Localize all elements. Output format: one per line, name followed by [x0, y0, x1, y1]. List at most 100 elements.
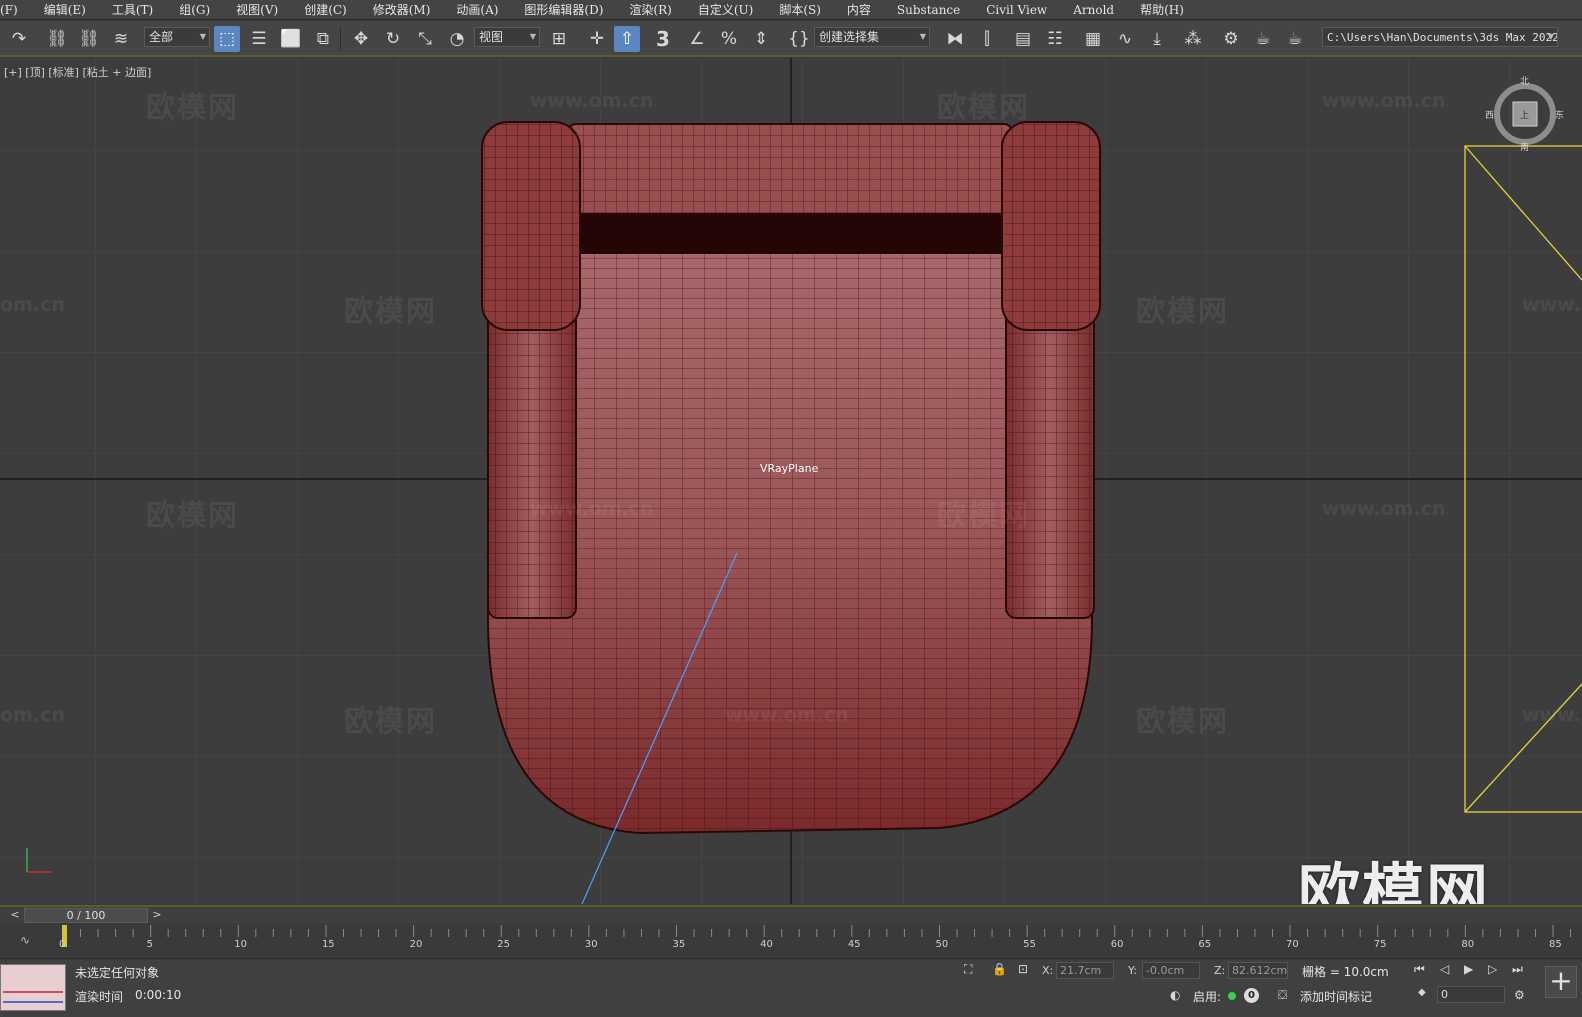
menu-item[interactable]: 创建(C) [291, 0, 360, 19]
go-to-end-icon[interactable]: ⏭ [1512, 962, 1523, 977]
lock-selection-icon[interactable]: 🔒 [992, 962, 1007, 976]
bind-space-warp-icon[interactable]: ≋ [108, 26, 134, 52]
time-slider-prev-button[interactable]: < [8, 908, 22, 922]
pivot-center-icon[interactable]: ⊞ [546, 26, 572, 52]
render-production-icon[interactable]: ☕ [1282, 26, 1308, 52]
y-coord-label: Y: [1128, 964, 1137, 977]
menu-item[interactable]: Civil View [973, 0, 1060, 19]
previous-frame-icon[interactable]: ◁ [1440, 962, 1449, 976]
x-coord-field[interactable]: 21.7cm [1056, 962, 1114, 979]
project-path-dropdown[interactable]: C:\Users\Han\Documents\3ds Max 2022 ▼ [1322, 27, 1558, 47]
rect-selection-icon[interactable]: ⬜ [278, 26, 304, 52]
edit-named-selection-icon[interactable]: {} [786, 26, 812, 52]
watermark: 欧模网 [937, 498, 1031, 532]
viewcube-west[interactable]: 西 [1485, 108, 1494, 121]
track-bar[interactable]: ∿ 0 5 10 15 20 25 30 35 40 45 50 55 60 65 70 75 80 85 [0, 925, 1582, 959]
rotate-icon[interactable]: ↻ [380, 26, 406, 52]
select-manipulate-icon[interactable]: ✛ [584, 26, 610, 52]
chevron-down-icon: ▼ [919, 32, 926, 41]
maxscript-listener-mini[interactable] [0, 964, 66, 1011]
add-time-tag-icon[interactable]: ⛋ [1278, 988, 1287, 1003]
scale-icon[interactable]: ⤡ [412, 26, 438, 52]
viewcube-north[interactable]: 北 [1520, 74, 1529, 87]
menu-item[interactable]: 组(G) [166, 0, 223, 19]
time-slider-next-button[interactable]: > [150, 908, 164, 922]
adaptive-degradation-icon[interactable]: ◐ [1170, 988, 1180, 1002]
current-frame-field[interactable]: 0 [1437, 986, 1505, 1003]
listener-line [3, 1001, 63, 1003]
move-icon[interactable]: ✥ [348, 26, 374, 52]
viewcube-face-top[interactable]: 上 [1520, 108, 1529, 121]
curve-editor-icon[interactable]: ∿ [1112, 26, 1138, 52]
select-by-name-icon[interactable]: ☰ [246, 26, 272, 52]
time-slider[interactable]: < 0 / 100 > [0, 905, 1582, 923]
menu-item[interactable]: 工具(T) [99, 0, 166, 19]
scene-explorer-icon[interactable]: ▤ [1010, 26, 1036, 52]
add-time-tag-button[interactable]: 添加时间标记 [1300, 988, 1372, 1005]
selection-set-dropdown[interactable]: 创建选择集 ▼ [814, 27, 930, 47]
menu-item[interactable]: 自定义(U) [685, 0, 766, 19]
redo-icon[interactable]: ↷ [6, 26, 32, 52]
keyboard-shortcut-override-icon[interactable]: ⇧ [614, 26, 640, 52]
rendered-frame-window-icon[interactable]: ☕ [1250, 26, 1276, 52]
menu-item[interactable]: Substance [884, 0, 973, 19]
menu-item[interactable]: 渲染(R) [616, 0, 684, 19]
key-mode-icon[interactable]: ◆ [1418, 987, 1426, 998]
select-object-icon[interactable]: ⬚ [214, 26, 240, 52]
viewcube-east[interactable]: 东 [1555, 108, 1564, 121]
absolute-mode-icon[interactable]: ⊡ [1018, 962, 1028, 976]
unlink-icon[interactable]: ⛓ [76, 26, 102, 52]
align-icon[interactable]: ⫿ [974, 26, 1000, 52]
menu-item[interactable]: 图形编辑器(D) [511, 0, 616, 19]
percent-snap-icon[interactable]: % [716, 26, 742, 52]
link-icon[interactable]: ⛓ [44, 26, 70, 52]
enable-count[interactable]: 0 [1244, 988, 1259, 1003]
y-coord-field[interactable]: -0.0cm [1142, 962, 1200, 979]
mirror-icon[interactable]: ⧓ [942, 26, 968, 52]
watermark: www.om.cn [1322, 90, 1446, 112]
mini-curve-editor-icon[interactable]: ∿ [20, 933, 30, 947]
viewcube-south[interactable]: 南 [1520, 140, 1529, 153]
ruler-label: 65 [1198, 939, 1212, 950]
menu-item[interactable]: (F) [0, 0, 31, 19]
frame-ruler [62, 925, 1572, 947]
isolate-selection-icon[interactable]: ⛶ [964, 962, 972, 977]
toggle-ribbon-icon[interactable]: ▦ [1080, 26, 1106, 52]
window-crossing-icon[interactable]: ⧉ [310, 26, 336, 52]
schematic-view-icon[interactable]: ⤓ [1144, 26, 1170, 52]
angle-snap-icon[interactable]: ∠ [684, 26, 710, 52]
next-frame-icon[interactable]: ▷ [1488, 962, 1497, 976]
snap-toggle-icon[interactable]: 3 [650, 26, 676, 52]
menu-item[interactable]: 视图(V) [223, 0, 291, 19]
armchair-model[interactable] [481, 121, 1101, 835]
render-setup-icon[interactable]: ⚙ [1218, 26, 1244, 52]
snap-level-label: 3 [656, 27, 670, 51]
time-config-icon[interactable]: ⚙ [1514, 988, 1525, 1002]
play-icon[interactable]: ▶ [1464, 962, 1473, 976]
menu-item[interactable]: 帮助(H) [1127, 0, 1197, 19]
ref-coord-value: 视图 [479, 30, 504, 44]
ruler-label: 70 [1286, 939, 1299, 950]
material-editor-icon[interactable]: ⁂ [1180, 26, 1206, 52]
z-coord-field[interactable]: 82.612cm [1228, 962, 1288, 979]
enable-status-dot[interactable] [1228, 992, 1236, 1000]
go-to-start-icon[interactable]: ⏮ [1414, 962, 1425, 977]
selection-status: 未选定任何对象 [75, 966, 160, 980]
ref-coord-dropdown[interactable]: 视图 ▼ [474, 27, 540, 47]
spinner-snap-icon[interactable]: ⇕ [748, 26, 774, 52]
menu-item[interactable]: 动画(A) [443, 0, 511, 19]
ruler-label: 25 [497, 939, 510, 950]
menu-item[interactable]: 编辑(E) [31, 0, 99, 19]
selection-filter-dropdown[interactable]: 全部 ▼ [144, 27, 210, 47]
menu-item[interactable]: 内容 [834, 0, 884, 19]
add-button[interactable]: + [1545, 966, 1577, 998]
menu-item[interactable]: Arnold [1060, 0, 1127, 19]
time-slider-thumb[interactable]: 0 / 100 [24, 908, 148, 923]
menu-item[interactable]: 脚本(S) [766, 0, 834, 19]
layer-explorer-icon[interactable]: ☷ [1042, 26, 1068, 52]
viewport-top[interactable]: [+] [顶] [标准] [粘土 + 边面] 欧模网 www.om.cn 欧模网… [0, 58, 1582, 904]
viewport-label[interactable]: [+] [顶] [标准] [粘土 + 边面] [4, 64, 151, 80]
menu-item[interactable]: 修改器(M) [360, 0, 444, 19]
viewcube[interactable]: 北 南 西 东 上 [1485, 77, 1564, 153]
place-icon[interactable]: ◔ [444, 26, 470, 52]
